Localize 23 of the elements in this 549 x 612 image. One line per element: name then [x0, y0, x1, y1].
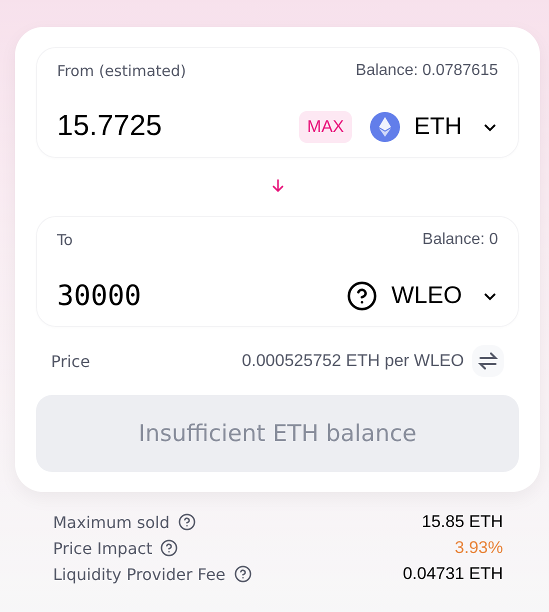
help-icon	[178, 513, 196, 531]
price-label: Price	[51, 352, 90, 370]
help-icon	[234, 565, 252, 583]
token-selector[interactable]: ETH	[370, 112, 498, 142]
detail-label: Liquidity Provider Fee	[53, 564, 226, 584]
to-label: To	[57, 231, 73, 249]
swap-arrows-icon[interactable]	[472, 345, 504, 377]
detail-value: 3.93%	[454, 538, 503, 558]
detail-value: 15.85 ETH	[422, 512, 503, 532]
help-icon	[160, 539, 178, 557]
max-button[interactable]: MAX	[299, 110, 352, 142]
amount-input[interactable]: 30000	[57, 279, 348, 312]
amount-input[interactable]: 15.7725	[57, 110, 300, 143]
detail-value: 0.04731 ETH	[402, 564, 503, 584]
balance-text: Balance: 0.0787615	[356, 62, 498, 80]
price-value: 0.000525752 ETH per WLEO	[242, 351, 464, 371]
token-selector[interactable]: WLEO	[347, 280, 498, 310]
from-label: From (estimated)	[57, 62, 186, 80]
help-icon	[347, 280, 378, 310]
detail-label: Maximum sold	[53, 512, 170, 532]
ethereum-icon	[370, 112, 400, 142]
detail-label: Price Impact	[53, 538, 152, 558]
balance-text: Balance: 0	[422, 231, 498, 249]
